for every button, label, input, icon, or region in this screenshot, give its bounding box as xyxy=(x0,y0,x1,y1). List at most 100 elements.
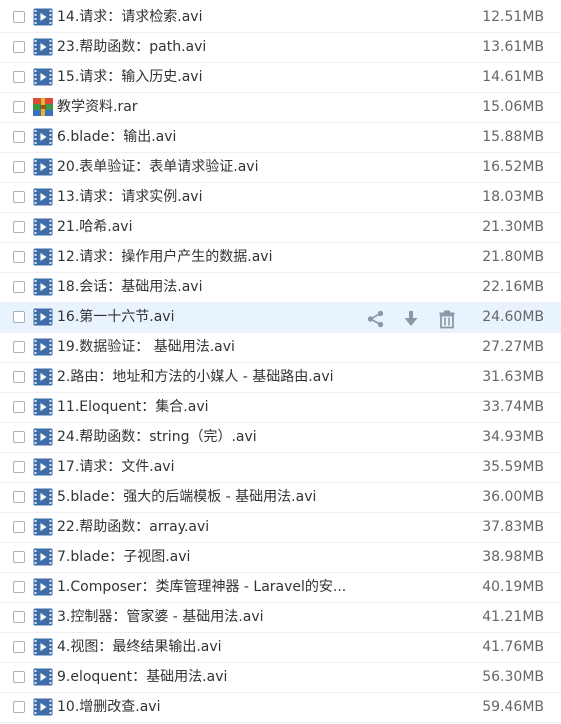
file-row[interactable]: 11.Eloquent：集合.avi 33.74MB xyxy=(0,393,561,423)
file-size: 41.21MB xyxy=(482,609,544,625)
file-name[interactable]: 12.请求：操作用户产生的数据.avi xyxy=(57,247,272,267)
file-name[interactable]: 6.blade：输出.avi xyxy=(57,127,176,147)
file-size: 59.46MB xyxy=(482,699,544,715)
file-name[interactable]: 16.第一十六节.avi xyxy=(57,307,174,327)
share-icon[interactable] xyxy=(366,309,386,329)
file-row[interactable]: 9.eloquent：基础用法.avi 56.30MB xyxy=(0,663,561,693)
file-name[interactable]: 20.表单验证：表单请求验证.avi xyxy=(57,157,258,177)
file-row[interactable]: 14.请求：请求检索.avi 12.51MB xyxy=(0,3,561,33)
file-list: 14.请求：请求检索.avi 12.51MB 23.帮助函数：path.avi 13.… xyxy=(0,0,561,724)
file-name[interactable]: 14.请求：请求检索.avi xyxy=(57,7,202,27)
file-row[interactable]: 10.增删改查.avi 59.46MB xyxy=(0,693,561,723)
file-size: 24.60MB xyxy=(482,309,544,325)
file-row[interactable]: 6.blade：输出.avi 15.88MB xyxy=(0,123,561,153)
download-icon[interactable] xyxy=(401,309,421,329)
file-row[interactable]: 教学资料.rar 15.06MB xyxy=(0,93,561,123)
file-size: 31.63MB xyxy=(482,369,544,385)
video-file-icon xyxy=(33,218,53,236)
file-row[interactable]: 15.请求：输入历史.avi 14.61MB xyxy=(0,63,561,93)
file-name[interactable]: 21.哈希.avi xyxy=(57,217,132,237)
file-name[interactable]: 1.Composer：类库管理神器 - Laravel的安... xyxy=(57,577,346,597)
file-row[interactable]: 4.视图：最终结果输出.avi 41.76MB xyxy=(0,633,561,663)
row-checkbox[interactable] xyxy=(13,311,25,323)
file-row[interactable]: 2.路由：地址和方法的小媒人 - 基础路由.avi 31.63MB xyxy=(0,363,561,393)
file-name[interactable]: 23.帮助函数：path.avi xyxy=(57,37,206,57)
video-file-icon xyxy=(33,548,53,566)
video-file-icon xyxy=(33,338,53,356)
row-checkbox[interactable] xyxy=(13,71,25,83)
video-file-icon xyxy=(33,308,53,326)
row-checkbox[interactable] xyxy=(13,371,25,383)
row-checkbox[interactable] xyxy=(13,491,25,503)
row-checkbox[interactable] xyxy=(13,341,25,353)
file-size: 21.80MB xyxy=(482,249,544,265)
row-checkbox[interactable] xyxy=(13,611,25,623)
file-name[interactable]: 10.增删改查.avi xyxy=(57,697,160,717)
video-file-icon xyxy=(33,68,53,86)
file-row[interactable]: 18.会话：基础用法.avi 22.16MB xyxy=(0,273,561,303)
video-file-icon xyxy=(33,248,53,266)
file-name[interactable]: 11.Eloquent：集合.avi xyxy=(57,397,209,417)
file-name[interactable]: 教学资料.rar xyxy=(57,97,138,117)
video-file-icon xyxy=(33,398,53,416)
file-name[interactable]: 7.blade：子视图.avi xyxy=(57,547,190,567)
row-checkbox[interactable] xyxy=(13,251,25,263)
row-checkbox[interactable] xyxy=(13,431,25,443)
file-name[interactable]: 2.路由：地址和方法的小媒人 - 基础路由.avi xyxy=(57,367,334,387)
file-row[interactable]: 22.帮助函数：array.avi 37.83MB xyxy=(0,513,561,543)
file-row[interactable]: 24.帮助函数：string（完）.avi 34.93MB xyxy=(0,423,561,453)
file-name[interactable]: 19.数据验证： 基础用法.avi xyxy=(57,337,235,357)
row-checkbox[interactable] xyxy=(13,161,25,173)
file-row[interactable]: 19.数据验证： 基础用法.avi 27.27MB xyxy=(0,333,561,363)
file-name[interactable]: 15.请求：输入历史.avi xyxy=(57,67,202,87)
row-checkbox[interactable] xyxy=(13,41,25,53)
row-checkbox[interactable] xyxy=(13,101,25,113)
row-checkbox[interactable] xyxy=(13,581,25,593)
row-checkbox[interactable] xyxy=(13,671,25,683)
file-row[interactable]: 5.blade：强大的后端模板 - 基础用法.avi 36.00MB xyxy=(0,483,561,513)
file-name[interactable]: 9.eloquent：基础用法.avi xyxy=(57,667,227,687)
video-file-icon xyxy=(33,608,53,626)
row-checkbox[interactable] xyxy=(13,191,25,203)
video-file-icon xyxy=(33,368,53,386)
video-file-icon xyxy=(33,458,53,476)
trash-icon[interactable] xyxy=(437,309,457,329)
file-name[interactable]: 18.会话：基础用法.avi xyxy=(57,277,202,297)
file-size: 15.06MB xyxy=(482,99,544,115)
file-row[interactable]: 20.表单验证：表单请求验证.avi 16.52MB xyxy=(0,153,561,183)
video-file-icon xyxy=(33,128,53,146)
file-name[interactable]: 22.帮助函数：array.avi xyxy=(57,517,209,537)
row-checkbox[interactable] xyxy=(13,131,25,143)
file-row[interactable]: 1.Composer：类库管理神器 - Laravel的安... 40.19MB xyxy=(0,573,561,603)
file-row[interactable]: 23.帮助函数：path.avi 13.61MB xyxy=(0,33,561,63)
file-size: 16.52MB xyxy=(482,159,544,175)
file-row[interactable]: 12.请求：操作用户产生的数据.avi 21.80MB xyxy=(0,243,561,273)
row-checkbox[interactable] xyxy=(13,521,25,533)
video-file-icon xyxy=(33,698,53,716)
file-row[interactable]: 16.第一十六节.avi 24.60MB xyxy=(0,303,561,333)
row-checkbox[interactable] xyxy=(13,461,25,473)
row-checkbox[interactable] xyxy=(13,701,25,713)
file-row[interactable]: 7.blade：子视图.avi 38.98MB xyxy=(0,543,561,573)
file-row[interactable]: 13.请求：请求实例.avi 18.03MB xyxy=(0,183,561,213)
row-checkbox[interactable] xyxy=(13,11,25,23)
video-file-icon xyxy=(33,578,53,596)
file-name[interactable]: 4.视图：最终结果输出.avi xyxy=(57,637,222,657)
file-name[interactable]: 3.控制器：管家婆 - 基础用法.avi xyxy=(57,607,264,627)
row-checkbox[interactable] xyxy=(13,401,25,413)
row-checkbox[interactable] xyxy=(13,641,25,653)
file-name[interactable]: 17.请求：文件.avi xyxy=(57,457,174,477)
row-checkbox[interactable] xyxy=(13,221,25,233)
file-size: 40.19MB xyxy=(482,579,544,595)
file-name[interactable]: 13.请求：请求实例.avi xyxy=(57,187,202,207)
file-name[interactable]: 5.blade：强大的后端模板 - 基础用法.avi xyxy=(57,487,316,507)
video-file-icon xyxy=(33,158,53,176)
file-row[interactable]: 3.控制器：管家婆 - 基础用法.avi 41.21MB xyxy=(0,603,561,633)
row-checkbox[interactable] xyxy=(13,551,25,563)
file-size: 22.16MB xyxy=(482,279,544,295)
file-name[interactable]: 24.帮助函数：string（完）.avi xyxy=(57,427,257,447)
file-size: 41.76MB xyxy=(482,639,544,655)
file-row[interactable]: 21.哈希.avi 21.30MB xyxy=(0,213,561,243)
row-checkbox[interactable] xyxy=(13,281,25,293)
file-row[interactable]: 17.请求：文件.avi 35.59MB xyxy=(0,453,561,483)
